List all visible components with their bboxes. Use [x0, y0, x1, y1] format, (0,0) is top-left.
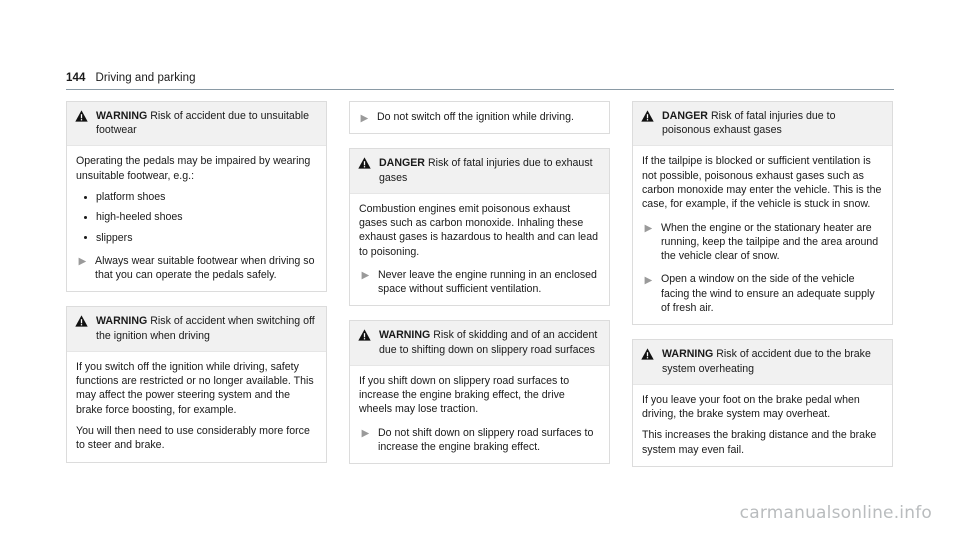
action-text: Do not switch off the ignition while dri…: [377, 111, 574, 123]
warning-triangle-icon: [75, 315, 88, 328]
warning-triangle-icon: [641, 348, 654, 360]
paragraph: If you shift down on slippery road surfa…: [359, 374, 570, 416]
warning-box-skidding: WARNING Risk of skidding and of an accid…: [349, 320, 610, 465]
bullet-list: platform shoes high-heeled shoes slipper…: [76, 190, 317, 245]
action-arrow-icon: [78, 257, 87, 266]
paragraph: If you switch off the ignition while dri…: [76, 360, 314, 416]
danger-box-title: DANGER Risk of fatal injuries due to poi…: [662, 109, 883, 137]
action-arrow-icon: [360, 114, 369, 122]
danger-box-header: DANGER Risk of fatal injuries due to poi…: [633, 102, 892, 147]
action-arrow-icon: [644, 224, 653, 233]
list-item: platform shoes: [76, 190, 317, 204]
warning-box-header: WARNING Risk of accident due to the brak…: [633, 340, 892, 385]
action-block-ignition: Do not switch off the ignition while dri…: [349, 101, 610, 135]
action-item: When the engine or the stationary heater…: [642, 221, 883, 264]
column-2: Do not switch off the ignition while dri…: [349, 101, 610, 481]
warning-box-body: If you switch off the ignition while dri…: [67, 352, 326, 462]
warning-box-header: WARNING Risk of skidding and of an accid…: [350, 321, 609, 366]
danger-box-body: Combustion engines emit poisonous exhaus…: [350, 194, 609, 306]
paragraph: You will then need to use considerably m…: [76, 425, 310, 452]
paragraph: If the tailpipe is blocked or sufficient…: [642, 155, 882, 211]
column-1: WARNING Risk of accident due to unsuitab…: [66, 101, 327, 481]
warning-box-ignition: WARNING Risk of accident when switching …: [66, 306, 327, 463]
warning-box-header: WARNING Risk of accident due to unsuitab…: [67, 102, 326, 147]
warning-box-title: WARNING Risk of skidding and of an accid…: [379, 328, 600, 356]
warning-label: WARNING: [96, 315, 148, 328]
list-item: slippers: [76, 231, 317, 245]
paragraph: Combustion engines emit poisonous exhaus…: [359, 202, 599, 258]
paragraph: Operating the pedals may be impaired by …: [76, 155, 311, 182]
danger-box-exhaust-gases: DANGER Risk of fatal injuries due to exh…: [349, 148, 610, 307]
action-item: Never leave the engine running in an enc…: [359, 268, 600, 297]
warning-box-body: Operating the pedals may be impaired by …: [67, 146, 326, 291]
danger-box-header: DANGER Risk of fatal injuries due to exh…: [350, 149, 609, 194]
paragraph: If you leave your foot on the brake peda…: [642, 393, 860, 421]
page-header: 144 Driving and parking: [66, 68, 894, 90]
warning-triangle-icon: [75, 110, 88, 122]
warning-box-footwear: WARNING Risk of accident due to unsuitab…: [66, 101, 327, 293]
action-text: Do not shift down on slippery road surfa…: [378, 426, 594, 454]
warning-label: WARNING: [96, 110, 148, 122]
warning-triangle-icon: [358, 329, 371, 342]
warning-label: WARNING: [379, 329, 431, 342]
warning-label: WARNING: [662, 348, 714, 361]
content-columns: WARNING Risk of accident due to unsuitab…: [66, 101, 894, 481]
warning-triangle-icon: [641, 110, 654, 122]
danger-label: DANGER: [379, 157, 425, 170]
action-text: Open a window on the side of the vehicle…: [661, 273, 875, 315]
warning-box-title: WARNING Risk of accident when switching …: [96, 314, 317, 342]
action-item: Do not shift down on slippery road surfa…: [359, 426, 600, 455]
page-number: 144: [66, 72, 86, 84]
warning-box-header: WARNING Risk of accident when switching …: [67, 307, 326, 352]
action-text: When the engine or the stationary heater…: [661, 221, 879, 263]
action-arrow-icon: [361, 271, 370, 280]
warning-box-brake-overheating: WARNING Risk of accident due to the brak…: [632, 339, 893, 467]
action-item: Always wear suitable footwear when drivi…: [76, 254, 317, 283]
action-text: Always wear suitable footwear when drivi…: [95, 254, 315, 282]
danger-label: DANGER: [662, 110, 708, 122]
action-item: Open a window on the side of the vehicle…: [642, 272, 883, 315]
warning-box-title: WARNING Risk of accident due to unsuitab…: [96, 109, 317, 137]
action-arrow-icon: [644, 276, 653, 285]
action-item: Do not switch off the ignition while dri…: [358, 110, 600, 124]
column-3: DANGER Risk of fatal injuries due to poi…: [632, 101, 893, 481]
danger-box-poisonous-exhaust: DANGER Risk of fatal injuries due to poi…: [632, 101, 893, 326]
site-watermark: carmanualsonline.info: [739, 503, 932, 523]
list-item: high-heeled shoes: [76, 210, 317, 224]
warning-box-body: If you shift down on slippery road surfa…: [350, 366, 609, 463]
danger-box-title: DANGER Risk of fatal injuries due to exh…: [379, 156, 600, 184]
warning-triangle-icon: [358, 157, 371, 169]
danger-box-body: If the tailpipe is blocked or sufficient…: [633, 146, 892, 324]
warning-box-title: WARNING Risk of accident due to the brak…: [662, 347, 883, 375]
action-arrow-icon: [361, 429, 370, 438]
chapter-title: Driving and parking: [95, 72, 196, 84]
warning-box-body: If you leave your foot on the brake peda…: [633, 385, 892, 466]
paragraph: This increases the braking distance and …: [642, 429, 877, 456]
action-text: Never leave the engine running in an enc…: [378, 268, 597, 296]
